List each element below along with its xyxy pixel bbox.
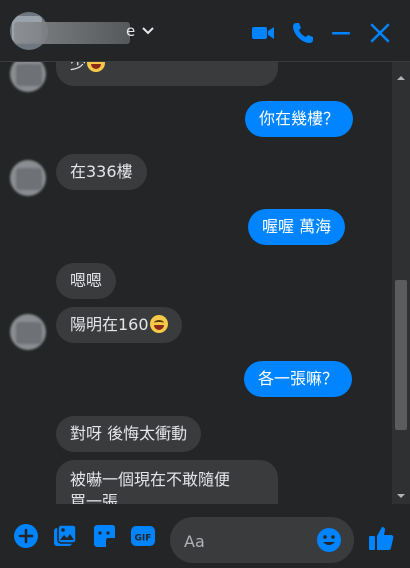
scrollbar-thumb[interactable]	[395, 280, 407, 430]
message-thread[interactable]: 少 你在幾樓？ 在336樓 喔喔 萬海 嗯嗯 陽明在160 各一張嘛？ 對呀 後…	[0, 62, 392, 504]
contact-name[interactable]: e	[126, 22, 135, 40]
message-incoming[interactable]: 陽明在160	[56, 307, 182, 343]
message-incoming[interactable]: 少	[56, 62, 278, 86]
message-text: 你在幾樓？	[259, 109, 340, 128]
video-icon[interactable]	[250, 20, 276, 46]
like-icon[interactable]	[367, 524, 395, 552]
chat-header: e	[0, 0, 410, 62]
message-input[interactable]	[182, 527, 316, 555]
message-text: 少	[70, 62, 87, 73]
message-text: 被嚇一個現在不敢隨便	[70, 470, 231, 489]
message-incoming[interactable]: 被嚇一個現在不敢隨便買一張	[56, 460, 278, 504]
message-outgoing[interactable]: 各一張嘛？	[244, 361, 353, 397]
laughing-emoji-icon	[149, 315, 168, 333]
message-text: 喔喔 萬海	[262, 217, 332, 236]
message-incoming[interactable]: 在336樓	[56, 154, 147, 190]
gif-icon[interactable]: GIF	[129, 522, 157, 550]
message-incoming[interactable]: 嗯嗯	[56, 263, 117, 299]
contact-avatar-small	[10, 160, 46, 196]
sticker-icon[interactable]	[90, 522, 118, 550]
message-incoming[interactable]: 對呀 後悔太衝動	[56, 416, 202, 452]
message-text: 各一張嘛？	[258, 369, 339, 388]
minimize-icon[interactable]	[328, 20, 354, 46]
message-text: 對呀 後悔太衝動	[70, 424, 188, 443]
phone-icon[interactable]	[290, 20, 316, 46]
message-outgoing[interactable]: 喔喔 萬海	[248, 209, 346, 245]
message-text: 嗯嗯	[70, 271, 103, 290]
image-icon[interactable]	[51, 522, 79, 550]
add-icon[interactable]	[12, 522, 40, 550]
message-text: 陽明在160	[70, 315, 149, 334]
scroll-down-arrow-icon[interactable]	[396, 486, 406, 498]
message-text: 在336樓	[70, 162, 133, 181]
message-composer: GIF	[0, 504, 410, 568]
contact-avatar-small	[10, 62, 46, 92]
laughing-emoji-icon	[87, 62, 106, 72]
chevron-down-icon[interactable]	[140, 22, 156, 38]
message-outgoing[interactable]: 你在幾樓？	[245, 101, 354, 137]
emoji-icon[interactable]	[316, 527, 342, 553]
message-text: 買一張	[70, 492, 119, 504]
gif-label: GIF	[135, 534, 152, 544]
close-icon[interactable]	[367, 20, 393, 46]
contact-avatar-small	[10, 314, 46, 350]
scroll-up-arrow-icon[interactable]	[396, 68, 406, 80]
contact-name-redacted	[14, 22, 130, 44]
message-input-wrapper	[170, 517, 354, 563]
scrollbar[interactable]	[392, 62, 410, 504]
